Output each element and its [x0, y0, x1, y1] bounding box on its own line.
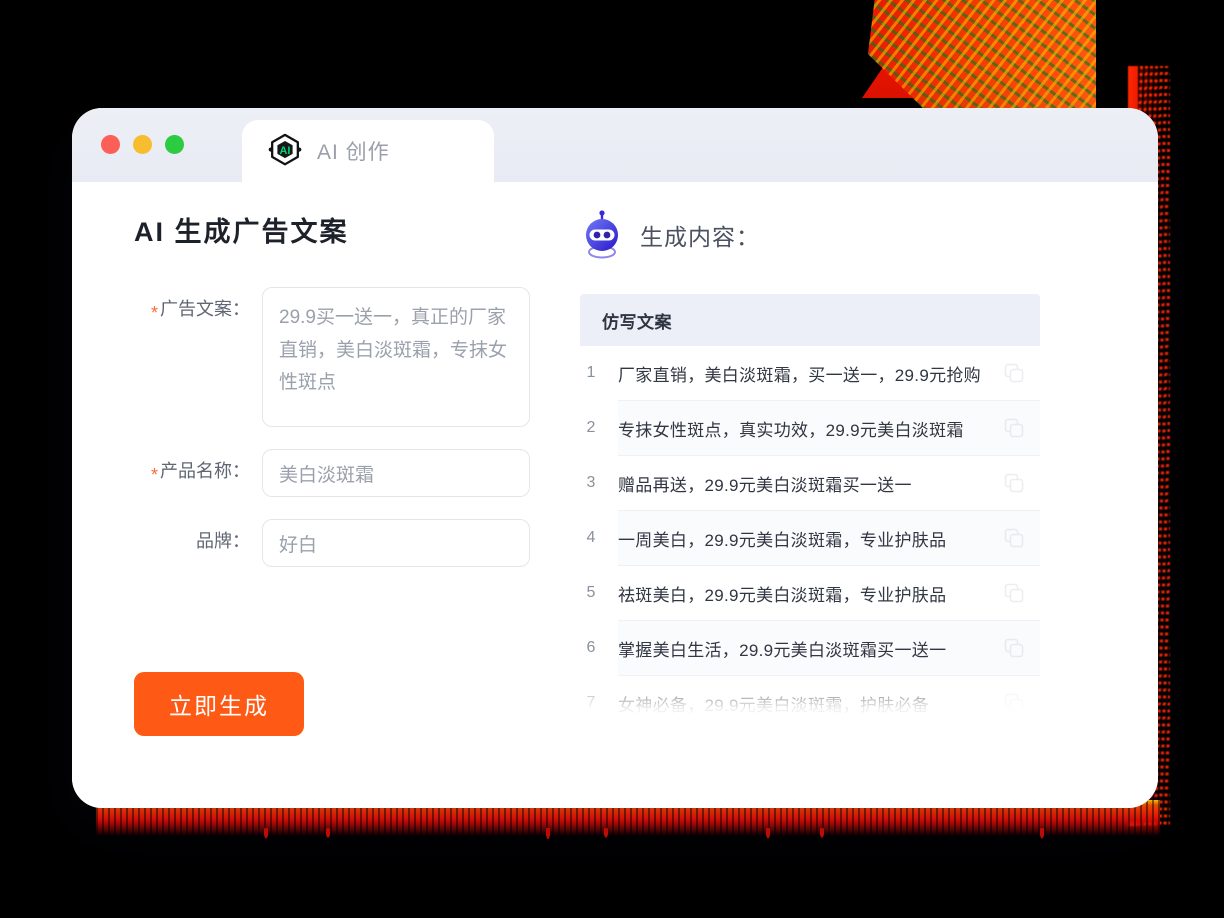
- required-asterisk-icon: *: [150, 303, 158, 323]
- table-row[interactable]: 5 祛斑美白，29.9元美白淡斑霜，专业护肤品: [587, 566, 1040, 621]
- results-heading: 生成内容：: [640, 224, 760, 250]
- maximize-button-icon[interactable]: [165, 135, 184, 154]
- copy-icon[interactable]: [1004, 528, 1024, 548]
- row-index: 6: [586, 639, 596, 656]
- row-index: 4: [586, 529, 596, 546]
- copy-icon[interactable]: [1004, 693, 1024, 713]
- copy-icon[interactable]: [1004, 638, 1024, 658]
- table-body: 1 厂家直销，美白淡斑霜，买一送一，29.9元抢购 2 专抹女性斑点，真实功效，…: [587, 346, 1040, 731]
- page-title: AI 生成广告文案: [134, 217, 349, 247]
- table-rows-wrapper: 1 厂家直销，美白淡斑霜，买一送一，29.9元抢购 2 专抹女性斑点，真实功效，…: [580, 346, 1040, 731]
- app-window: AI AI 创作 AI 生成广告文案 * 广告文案： 29.9买一送一，真正的厂家…: [72, 108, 1158, 808]
- traffic-light-group: [101, 135, 184, 154]
- results-table: 仿写文案 1 厂家直销，美白淡斑霜，买一送一，29.9元抢购 2 专抹女性斑点，…: [580, 294, 1040, 731]
- tab-label: AI 创作: [317, 141, 390, 164]
- screenshot-stage: AI AI 创作 AI 生成广告文案 * 广告文案： 29.9买一送一，真正的厂家…: [0, 0, 1224, 918]
- table-row[interactable]: 4 一周美白，29.9元美白淡斑霜，专业护肤品: [587, 511, 1040, 566]
- table-row[interactable]: 3 赠品再送，29.9元美白淡斑霜买一送一: [587, 456, 1040, 511]
- field-product-name-label-text: 产品名称：: [160, 461, 250, 481]
- svg-text:AI: AI: [280, 145, 291, 157]
- row-index: 7: [586, 694, 596, 711]
- window-titlebar: AI AI 创作: [72, 108, 1158, 182]
- copy-icon[interactable]: [1004, 363, 1024, 383]
- copy-icon[interactable]: [1004, 418, 1024, 438]
- decor-drips: [96, 828, 1160, 850]
- copy-icon[interactable]: [1004, 473, 1024, 493]
- row-index: 5: [586, 584, 596, 601]
- field-ad-copy-label-text: 广告文案：: [160, 299, 250, 319]
- window-body: AI 生成广告文案 * 广告文案： 29.9买一送一，真正的厂家直销，美白淡斑霜，…: [72, 182, 1158, 808]
- table-row[interactable]: 2 专抹女性斑点，真实功效，29.9元美白淡斑霜: [587, 401, 1040, 456]
- ai-hexagon-logo-icon: AI: [266, 132, 304, 170]
- row-text: 专抹女性斑点，真实功效，29.9元美白淡斑霜: [618, 420, 964, 440]
- tab-ai-creation[interactable]: AI AI 创作: [242, 120, 494, 182]
- results-pane: 生成内容： 仿写文案 1 厂家直销，美白淡斑霜，买一送一，29.9元抢购 2 专…: [580, 182, 1158, 808]
- row-index: 1: [586, 364, 596, 381]
- results-header: 生成内容：: [580, 210, 1106, 260]
- field-brand: 品牌： 好白: [134, 519, 580, 567]
- row-text: 掌握美白生活，29.9元美白淡斑霜买一送一: [618, 640, 947, 660]
- generate-button[interactable]: 立即生成: [134, 672, 304, 736]
- row-text: 厂家直销，美白淡斑霜，买一送一，29.9元抢购: [618, 365, 981, 385]
- product-name-input[interactable]: 美白淡斑霜: [262, 449, 530, 497]
- row-index: 2: [586, 419, 596, 436]
- field-product-name: * 产品名称： 美白淡斑霜: [134, 449, 580, 497]
- row-text: 女神必备，29.9元美白淡斑霜，护肤必备: [618, 695, 930, 715]
- close-button-icon[interactable]: [101, 135, 120, 154]
- row-text: 祛斑美白，29.9元美白淡斑霜，专业护肤品: [618, 585, 947, 605]
- robot-icon: [580, 210, 624, 260]
- row-index: 3: [586, 474, 596, 491]
- field-ad-copy: * 广告文案： 29.9买一送一，真正的厂家直销，美白淡斑霜，专抹女性斑点: [134, 287, 580, 427]
- table-row[interactable]: 1 厂家直销，美白淡斑霜，买一送一，29.9元抢购: [587, 346, 1040, 401]
- table-row[interactable]: 6 掌握美白生活，29.9元美白淡斑霜买一送一: [587, 621, 1040, 676]
- copy-icon[interactable]: [1004, 583, 1024, 603]
- ad-copy-textarea[interactable]: 29.9买一送一，真正的厂家直销，美白淡斑霜，专抹女性斑点: [262, 287, 530, 427]
- row-text: 一周美白，29.9元美白淡斑霜，专业护肤品: [618, 530, 947, 550]
- table-row[interactable]: 7 女神必备，29.9元美白淡斑霜，护肤必备: [587, 676, 1040, 731]
- table-column-header: 仿写文案: [580, 294, 1040, 346]
- field-brand-label: 品牌：: [196, 531, 250, 551]
- field-product-name-label: * 产品名称：: [134, 449, 262, 485]
- row-text: 赠品再送，29.9元美白淡斑霜买一送一: [618, 475, 912, 495]
- brand-input[interactable]: 好白: [262, 519, 530, 567]
- minimize-button-icon[interactable]: [133, 135, 152, 154]
- required-asterisk-icon: *: [150, 465, 158, 485]
- field-ad-copy-label: * 广告文案：: [134, 287, 262, 323]
- form-pane: AI 生成广告文案 * 广告文案： 29.9买一送一，真正的厂家直销，美白淡斑霜，…: [72, 182, 580, 808]
